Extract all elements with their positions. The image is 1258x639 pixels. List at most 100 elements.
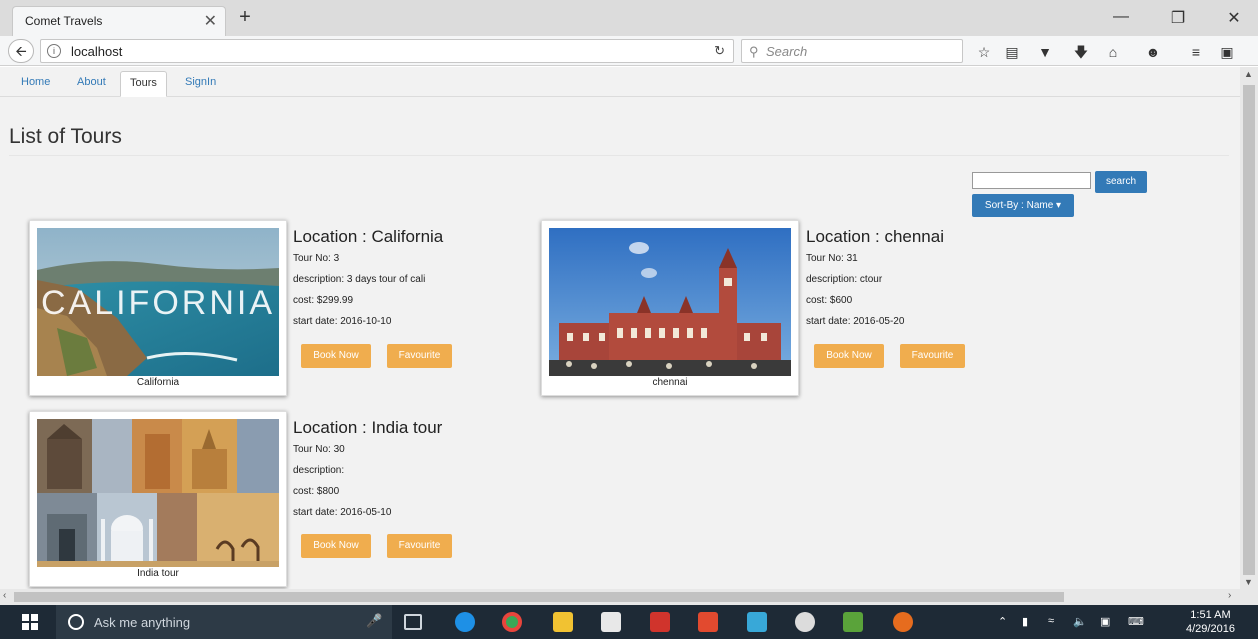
reload-icon[interactable]: ↻: [714, 43, 725, 59]
tour-start-date: start date: 2016-05-20: [806, 316, 905, 327]
taskbar-clock[interactable]: 1:51 AM 4/29/2016: [1186, 608, 1235, 636]
site-nav: Home About Tours SignIn: [0, 67, 1240, 97]
nav-about[interactable]: About: [68, 71, 115, 97]
app-icon-red[interactable]: [650, 612, 670, 632]
tour-search-input[interactable]: [972, 172, 1091, 189]
scroll-right-icon[interactable]: ›: [1228, 590, 1231, 601]
horizontal-scroll-thumb[interactable]: [14, 592, 1064, 602]
search-button[interactable]: search: [1095, 171, 1147, 193]
tour-cost: cost: $800: [293, 486, 340, 497]
tour-info-chennai: Location : chennai Tour No: 31 descripti…: [806, 227, 944, 337]
cortana-placeholder: Ask me anything: [94, 615, 191, 630]
tour-description: description: 3 days tour of cali: [293, 274, 426, 285]
browser-titlebar: Comet Travels ✕ + — ❐ ✕: [0, 0, 1258, 36]
vertical-scrollbar[interactable]: ▲ ▼: [1240, 67, 1258, 589]
app-icon-teal[interactable]: [747, 612, 767, 632]
tour-info-india: Location : India tour Tour No: 30 descri…: [293, 418, 442, 528]
tour-number: Tour No: 3: [293, 253, 340, 264]
back-button[interactable]: 🡨: [8, 39, 34, 63]
close-window-button[interactable]: ✕: [1219, 8, 1249, 28]
sort-by-dropdown[interactable]: Sort-By : Name ▾: [972, 194, 1074, 217]
favourite-button[interactable]: Favourite: [387, 534, 452, 558]
book-now-button[interactable]: Book Now: [301, 534, 371, 558]
scroll-up-icon[interactable]: ▲: [1244, 69, 1253, 79]
scroll-left-icon[interactable]: ‹: [3, 590, 6, 601]
tour-card-chennai: chennai: [541, 220, 799, 396]
file-explorer-icon[interactable]: [553, 612, 573, 632]
book-now-button[interactable]: Book Now: [301, 344, 371, 368]
edge-icon[interactable]: [455, 612, 475, 632]
tour-image-chennai: [549, 228, 791, 376]
battery-icon[interactable]: ▮: [1022, 615, 1028, 628]
browser-navbar: 🡨 i localhost ↻ ⚲ Search ☆ ▤ ▼ 🡇 ⌂ ☻ ≡ ▣: [0, 36, 1258, 66]
tour-number: Tour No: 31: [806, 253, 858, 264]
maximize-button[interactable]: ❐: [1163, 8, 1193, 28]
app-icon-green[interactable]: [843, 612, 863, 632]
vertical-scroll-thumb[interactable]: [1243, 85, 1255, 575]
tour-location: Location : chennai: [806, 227, 944, 246]
address-bar[interactable]: i localhost ↻: [40, 39, 734, 63]
title-divider: [9, 155, 1229, 156]
tour-location: Location : India tour: [293, 418, 443, 437]
back-arrow-icon: 🡨: [15, 43, 27, 59]
tab-close-icon[interactable]: ✕: [204, 11, 217, 31]
keyboard-icon[interactable]: ⌨: [1128, 615, 1144, 628]
tour-image-california: CALIFORNIA: [37, 228, 279, 376]
nav-home[interactable]: Home: [12, 71, 59, 97]
chrome-icon[interactable]: [502, 612, 522, 632]
windows-taskbar: Ask me anything 🎤 ⌃ ▮ ≈ 🔈 ▣ ⌨ 1:51 AM 4/…: [0, 605, 1258, 639]
tray-chevron-icon[interactable]: ⌃: [998, 615, 1007, 628]
notification-icon[interactable]: ▣: [1100, 615, 1110, 628]
tour-card-india: India tour: [29, 411, 287, 587]
image-overlay-text: CALIFORNIA: [40, 284, 276, 322]
nav-signin[interactable]: SignIn: [176, 71, 225, 97]
favourite-button[interactable]: Favourite: [387, 344, 452, 368]
task-view-icon[interactable]: [404, 614, 422, 630]
browser-tab[interactable]: Comet Travels ✕: [12, 6, 226, 36]
tour-description: description: ctour: [806, 274, 883, 285]
microphone-icon[interactable]: 🎤: [366, 613, 382, 629]
clock-time: 1:51 AM: [1190, 609, 1231, 621]
scroll-down-icon[interactable]: ▼: [1244, 577, 1253, 587]
new-tab-button[interactable]: +: [236, 6, 254, 29]
minimize-button[interactable]: —: [1106, 8, 1136, 26]
favourite-button[interactable]: Favourite: [900, 344, 965, 368]
clock-date: 4/29/2016: [1186, 623, 1235, 635]
nav-tours[interactable]: Tours: [120, 71, 167, 97]
extension-icon[interactable]: ▣: [1216, 44, 1238, 60]
browser-search-placeholder: Search: [766, 44, 808, 59]
tour-start-date: start date: 2016-05-10: [293, 507, 392, 518]
tour-number: Tour No: 30: [293, 444, 345, 455]
windows-start-icon[interactable]: [22, 614, 38, 630]
app-icon-orange[interactable]: [698, 612, 718, 632]
horizontal-scrollbar[interactable]: ‹ ›: [0, 589, 1258, 605]
tour-caption: chennai: [652, 377, 688, 388]
tour-caption: India tour: [137, 568, 179, 579]
info-icon[interactable]: i: [47, 44, 61, 58]
tour-location: Location : California: [293, 227, 444, 246]
browser-search-input[interactable]: ⚲ Search: [741, 39, 963, 63]
store-icon[interactable]: [601, 612, 621, 632]
tour-description: description:: [293, 465, 345, 476]
download-icon[interactable]: 🡇: [1070, 44, 1092, 60]
page-viewport: Home About Tours SignIn List of Tours se…: [0, 67, 1240, 589]
volume-icon[interactable]: 🔈: [1073, 615, 1087, 628]
book-now-button[interactable]: Book Now: [814, 344, 884, 368]
cortana-icon: [68, 614, 84, 630]
cortana-search-box[interactable]: Ask me anything 🎤: [56, 605, 392, 639]
search-icon: ⚲: [749, 44, 759, 59]
page-title: List of Tours: [9, 125, 122, 148]
bookmark-star-icon[interactable]: ☆: [973, 44, 995, 60]
tour-card-california: CALIFORNIA California: [29, 220, 287, 396]
tour-cost: cost: $600: [806, 295, 853, 306]
tour-cost: cost: $299.99: [293, 295, 354, 306]
menu-icon[interactable]: ≡: [1185, 44, 1207, 60]
firefox-icon[interactable]: [893, 612, 913, 632]
wifi-icon[interactable]: ≈: [1048, 615, 1054, 627]
chat-icon[interactable]: ☻: [1142, 44, 1164, 60]
github-icon[interactable]: [795, 612, 815, 632]
reading-list-icon[interactable]: ▤: [1001, 44, 1023, 60]
home-icon[interactable]: ⌂: [1102, 44, 1124, 60]
app-window: Comet Travels ✕ + — ❐ ✕ 🡨 i localhost ↻ …: [0, 0, 1258, 639]
pocket-icon[interactable]: ▼: [1034, 44, 1056, 60]
